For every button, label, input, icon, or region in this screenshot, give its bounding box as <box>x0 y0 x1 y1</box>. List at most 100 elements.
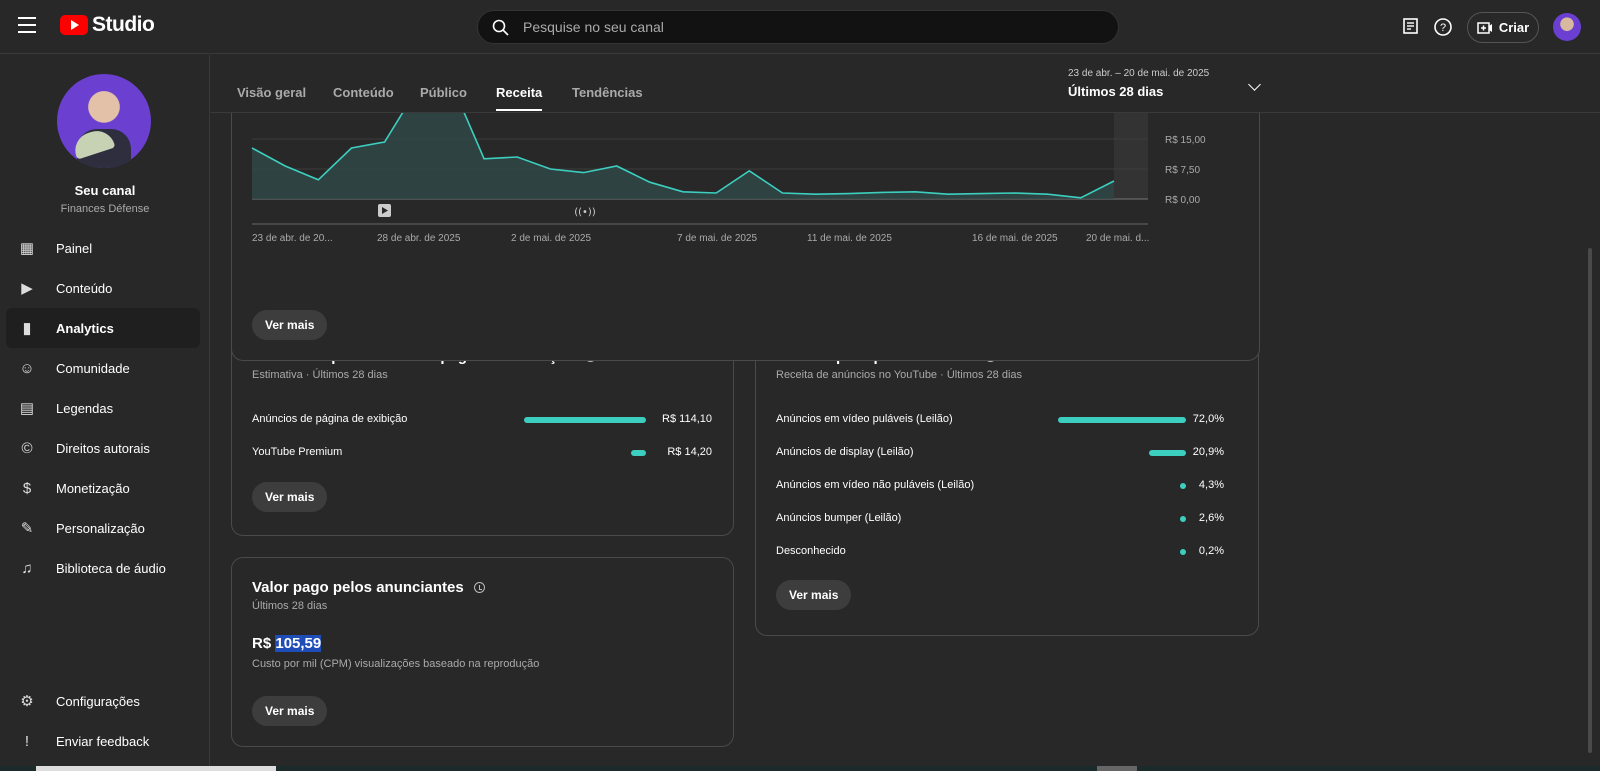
sidebar: Seu canal Finances Défense ▦ Painel ▶ Conte… <box>0 55 210 771</box>
main-content: Visão geral Conteúdo Público Receita Ten… <box>211 55 1600 771</box>
top-bar: Studio ? Criar <box>0 0 1600 54</box>
advertisers-title: Valor pago pelos anunciantes <box>252 579 464 596</box>
advertisers-card: Valor pago pelos anunciantes Últimos 28 … <box>231 557 734 747</box>
sidebar-item-subtitles[interactable]: ▤ Legendas <box>6 388 200 428</box>
ad-type-row-label: Anúncios de display (Leilão) <box>776 446 914 458</box>
horizontal-scrollbar-thumb[interactable] <box>1097 766 1137 771</box>
sidebar-item-label: Configurações <box>56 693 140 709</box>
create-button[interactable]: Criar <box>1467 12 1539 43</box>
sidebar-item-community[interactable]: ☺ Comunidade <box>6 348 200 388</box>
studio-logo[interactable]: Studio <box>60 13 155 37</box>
sidebar-nav: ▦ Painel ▶ Conteúdo ▮ Analytics ☺ Comunidade ▤ Le… <box>6 228 200 588</box>
cpm-value: R$ 105,59 <box>252 635 322 652</box>
sidebar-item-label: Painel <box>56 240 93 256</box>
tab-trends[interactable]: Tendências <box>572 85 643 100</box>
chart-x-tick: 23 de abr. de 20... <box>252 233 333 244</box>
ad-revenue-row-label: Anúncios de página de exibição <box>252 413 408 425</box>
tab-overview[interactable]: Visão geral <box>237 85 306 100</box>
copyright-icon: © <box>21 439 33 457</box>
comment-icon[interactable] <box>1401 17 1421 37</box>
ad-type-row-value: 0,2% <box>1198 545 1224 557</box>
tab-content[interactable]: Conteúdo <box>333 85 394 100</box>
clock-icon <box>473 582 485 593</box>
chart-x-tick: 28 de abr. de 2025 <box>377 233 461 244</box>
ad-type-row-label: Anúncios em vídeo puláveis (Leilão) <box>776 413 953 425</box>
ad-type-row-value: 72,0% <box>1192 413 1224 425</box>
help-icon[interactable]: ? <box>1433 17 1453 37</box>
sidebar-item-analytics[interactable]: ▮ Analytics <box>6 308 200 348</box>
svg-text:?: ? <box>1440 22 1446 34</box>
sidebar-item-copyright[interactable]: © Direitos autorais <box>6 428 200 468</box>
revenue-chart-card: R$ 15,00 R$ 7,50 R$ 0,00 ((•)) 23 de abr. de… <box>231 75 1260 361</box>
analytics-icon: ▮ <box>22 320 32 337</box>
chart-x-tick: 16 de mai. de 2025 <box>972 233 1058 244</box>
analytics-tabs: Visão geral Conteúdo Público Receita Ten… <box>211 55 1600 113</box>
cpm-caption: Custo por mil (CPM) visualizações basead… <box>252 658 540 670</box>
ad-types-see-more-button[interactable]: Ver mais <box>776 580 852 610</box>
sidebar-bottom-nav: ⚙ Configurações! Enviar feedback <box>6 681 200 761</box>
create-label: Criar <box>1498 20 1530 35</box>
add-video-icon <box>1477 21 1492 34</box>
ad-revenue-row-label: YouTube Premium <box>252 446 343 458</box>
ad-type-row-label: Desconhecido <box>776 545 846 557</box>
chart-y-tick: R$ 0,00 <box>1165 195 1200 206</box>
sidebar-item-feedback[interactable]: ! Enviar feedback <box>6 721 200 761</box>
cpm-amount[interactable]: 105,59 <box>275 635 322 652</box>
ad-revenue-subtitle: Estimativa · Últimos 28 dias <box>252 369 388 381</box>
chart-x-tick: 11 de mai. de 2025 <box>807 233 892 244</box>
sidebar-item-content[interactable]: ▶ Conteúdo <box>6 268 200 308</box>
ad-types-card: Ganhos por tipo de anúncio Receita de an… <box>755 326 1259 636</box>
chart-x-tick: 7 de mai. de 2025 <box>677 233 757 244</box>
date-range-dates: 23 de abr. – 20 de mai. de 2025 <box>1068 68 1210 79</box>
audio-library-icon: ♫ <box>21 559 33 577</box>
date-range-selector[interactable]: 23 de abr. – 20 de mai. de 2025 Últimos … <box>1068 68 1261 99</box>
youtube-logo-icon <box>60 15 88 35</box>
chart-see-more-button[interactable]: Ver mais <box>252 310 328 340</box>
ad-revenue-see-more-button[interactable]: Ver mais <box>252 482 328 512</box>
chart-y-tick: R$ 15,00 <box>1165 135 1206 146</box>
sidebar-item-label: Monetização <box>56 480 130 496</box>
ad-type-row-label: Anúncios bumper (Leilão) <box>776 512 902 524</box>
feedback-icon: ! <box>24 732 30 750</box>
ad-revenue-row-value: R$ 14,20 <box>667 446 712 458</box>
sidebar-item-label: Legendas <box>56 400 114 416</box>
sidebar-item-monetization[interactable]: $ Monetização <box>6 468 200 508</box>
search-bar[interactable] <box>477 10 1119 44</box>
advertisers-see-more-button[interactable]: Ver mais <box>252 696 328 726</box>
chart-y-tick: R$ 7,50 <box>1165 165 1200 176</box>
ad-revenue-row-value: R$ 114,10 <box>662 413 712 425</box>
logo-text: Studio <box>92 13 155 36</box>
content-icon: ▶ <box>21 280 33 297</box>
vertical-scrollbar[interactable] <box>1588 248 1592 753</box>
advertisers-subtitle: Últimos 28 dias <box>252 600 328 612</box>
ad-type-bar <box>1058 417 1186 423</box>
sidebar-item-audio-library[interactable]: ♫ Biblioteca de áudio <box>6 548 200 588</box>
channel-avatar[interactable] <box>57 74 151 168</box>
ad-types-subtitle: Receita de anúncios no YouTube · Últimos… <box>776 369 1023 381</box>
sidebar-item-settings[interactable]: ⚙ Configurações <box>6 681 200 721</box>
subtitles-icon: ▤ <box>19 400 35 417</box>
sidebar-item-label: Personalização <box>56 520 145 536</box>
sidebar-item-label: Direitos autorais <box>56 440 150 456</box>
search-input[interactable] <box>523 19 1083 35</box>
search-icon <box>492 19 509 36</box>
tab-revenue[interactable]: Receita <box>496 85 543 111</box>
channel-subtitle: Finances Défense <box>60 203 150 215</box>
cpm-currency: R$ <box>252 635 272 652</box>
dashboard-icon: ▦ <box>19 240 35 257</box>
sidebar-item-label: Enviar feedback <box>56 733 150 749</box>
sidebar-item-dashboard[interactable]: ▦ Painel <box>6 228 200 268</box>
sidebar-item-label: Comunidade <box>56 360 130 376</box>
sidebar-item-customization[interactable]: ✎ Personalização <box>6 508 200 548</box>
tab-audience[interactable]: Público <box>420 85 467 100</box>
live-marker-icon: ((•)) <box>574 207 596 218</box>
date-range-label: Últimos 28 dias <box>1068 84 1164 99</box>
account-avatar[interactable] <box>1553 13 1581 41</box>
ad-type-row-value: 20,9% <box>1192 446 1224 458</box>
chart-x-tick: 2 de mai. de 2025 <box>511 233 591 244</box>
sidebar-item-label: Analytics <box>56 320 114 336</box>
menu-icon[interactable] <box>18 17 38 37</box>
chart-x-tick: 20 de mai. d... <box>1086 233 1149 244</box>
horizontal-scrollbar[interactable] <box>36 766 276 771</box>
ad-type-row-label: Anúncios em vídeo não puláveis (Leilão) <box>776 479 975 491</box>
